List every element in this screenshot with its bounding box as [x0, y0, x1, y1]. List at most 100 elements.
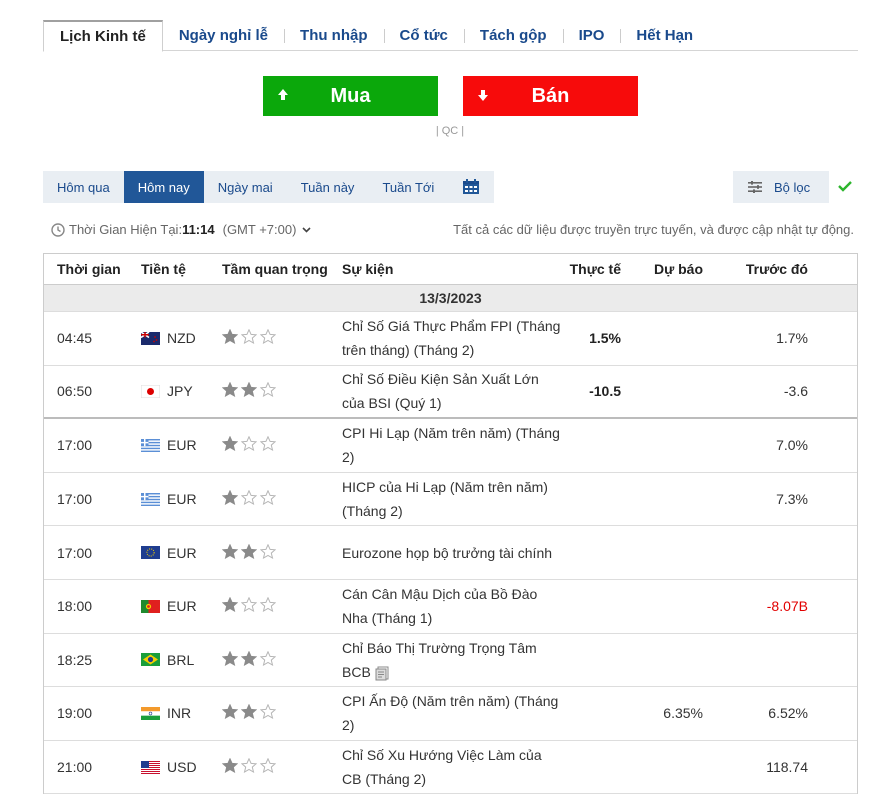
star-empty-icon: [240, 596, 258, 615]
event-time: 21:00: [57, 759, 93, 776]
star-filled-icon: [221, 650, 239, 669]
event-previous: 7.3%: [776, 491, 808, 508]
table-row[interactable]: 17:00 EUR HICP của Hi Lạp (Năm trên năm) (…: [44, 473, 857, 527]
header-importance: Tầm quan trọng: [222, 261, 328, 277]
star-empty-icon: [240, 328, 258, 347]
buy-button[interactable]: Mua: [263, 76, 438, 116]
star-empty-icon: [259, 381, 277, 400]
flag-eu-icon: [141, 546, 160, 560]
event-currency: EUR: [141, 598, 197, 614]
star-filled-icon: [221, 489, 239, 508]
star-filled-icon: [221, 704, 239, 722]
star-filled-icon: [240, 381, 258, 400]
tab-ipo[interactable]: IPO: [562, 20, 621, 51]
header-event: Sự kiện: [342, 261, 394, 277]
tab-earnings[interactable]: Thu nhập: [284, 20, 384, 51]
star-filled-icon: [221, 757, 239, 776]
event-time: 17:00: [57, 491, 93, 508]
event-name[interactable]: Cán Cân Mậu Dịch của Bồ Đào Nha (Tháng 1…: [342, 582, 562, 630]
flag-us-icon: [141, 760, 160, 774]
event-name[interactable]: Chỉ Số Điều Kiện Sản Xuất Lớn của BSI (Q…: [342, 367, 562, 415]
event-name[interactable]: HICP của Hi Lạp (Năm trên năm) (Tháng 2): [342, 475, 562, 523]
event-name[interactable]: Eurozone họp bộ trưởng tài chính: [342, 541, 562, 565]
table-row[interactable]: 18:25 BRL Chỉ Báo Thị Trường Trọng Tâm BCB: [44, 634, 857, 688]
star-empty-icon: [259, 436, 277, 454]
event-time: 18:25: [57, 651, 93, 668]
star-empty-icon: [259, 543, 277, 562]
event-name[interactable]: CPI Ấn Độ (Năm trên năm) (Tháng 2): [342, 689, 562, 737]
importance-stars: [221, 436, 277, 454]
tab-holidays[interactable]: Ngày nghỉ lễ: [163, 20, 284, 51]
tab-splits[interactable]: Tách gộp: [463, 20, 563, 51]
event-currency: BRL: [141, 652, 194, 668]
event-title[interactable]: Eurozone họp bộ trưởng tài chính: [342, 545, 552, 561]
importance-stars: [221, 757, 277, 776]
flag-pt-icon: [141, 599, 160, 613]
flag-nz-icon: [140, 331, 160, 345]
table-header: Thời gian Tiền tệ Tầm quan trọng Sự kiện…: [44, 254, 857, 285]
tab-this-week[interactable]: Tuần này: [287, 171, 369, 203]
currency-code: USD: [167, 759, 197, 776]
tab-tomorrow[interactable]: Ngày mai: [204, 171, 287, 203]
table-row[interactable]: 17:00 EUR CPI Hi Lạp (Năm trên năm) (Tháng…: [44, 419, 857, 473]
event-title[interactable]: HICP của Hi Lạp (Năm trên năm) (Tháng 2): [342, 479, 548, 519]
event-title[interactable]: Chỉ Báo Thị Trường Trọng Tâm BCB: [342, 640, 537, 680]
event-title[interactable]: Chỉ Số Giá Thực Phẩm FPI (Tháng trên thá…: [342, 318, 560, 358]
event-name[interactable]: Chỉ Số Xu Hướng Việc Làm của CB (Tháng 2…: [342, 743, 562, 791]
currency-code: JPY: [167, 383, 193, 400]
event-name[interactable]: Chỉ Báo Thị Trường Trọng Tâm BCB: [342, 636, 562, 684]
tab-next-week[interactable]: Tuần Tới: [368, 171, 448, 203]
event-name[interactable]: Chỉ Số Giá Thực Phẩm FPI (Tháng trên thá…: [342, 314, 562, 362]
currency-code: INR: [167, 705, 192, 722]
buy-label: Mua: [330, 84, 371, 107]
day-range-tabs: Hôm qua Hôm nay Ngày mai Tuần này Tuần T…: [43, 171, 495, 203]
event-currency: EUR: [141, 491, 197, 507]
tab-today[interactable]: Hôm nay: [123, 171, 204, 203]
event-title[interactable]: CPI Hi Lạp (Năm trên năm) (Tháng 2): [342, 425, 560, 465]
table-row[interactable]: 21:00 USD Chỉ Số Xu Hướng Việc Làm của CB …: [44, 741, 857, 795]
event-title[interactable]: CPI Ấn Độ (Năm trên năm) (Tháng 2): [342, 693, 558, 733]
tab-dividends[interactable]: Cổ tức: [383, 20, 464, 51]
star-filled-icon: [221, 436, 239, 454]
sell-button[interactable]: Bán: [463, 76, 638, 116]
event-currency: USD: [141, 759, 197, 775]
table-row[interactable]: 19:00 INR CPI Ấn Độ (Năm trên năm) (Tháng …: [44, 687, 857, 741]
tab-economic-calendar[interactable]: Lịch Kinh tế: [43, 20, 163, 52]
star-empty-icon: [240, 489, 258, 508]
arrow-up-icon: [278, 89, 288, 100]
star-empty-icon: [259, 704, 277, 722]
flag-in-icon: [141, 706, 160, 720]
table-row[interactable]: 04:45 NZD Chỉ Số Giá Thực Phẩm FPI (Tháng …: [44, 312, 857, 366]
event-previous: 7.0%: [776, 437, 808, 454]
timezone-selector[interactable]: (GMT +7:00): [223, 222, 297, 237]
star-filled-icon: [221, 596, 239, 615]
document-icon[interactable]: [375, 666, 390, 681]
checkmark-icon: [838, 181, 852, 192]
event-title[interactable]: Cán Cân Mậu Dịch của Bồ Đào Nha (Tháng 1…: [342, 586, 537, 626]
event-time: 18:00: [57, 598, 93, 615]
chevron-down-icon[interactable]: [302, 226, 311, 233]
event-previous: -8.07B: [766, 598, 808, 615]
star-empty-icon: [240, 757, 258, 776]
ad-label: | QC |: [435, 125, 465, 137]
tab-yesterday[interactable]: Hôm qua: [43, 171, 124, 203]
calendar-icon[interactable]: [448, 171, 494, 203]
event-title[interactable]: Chỉ Số Điều Kiện Sản Xuất Lớn của BSI (Q…: [342, 371, 539, 411]
event-name[interactable]: CPI Hi Lạp (Năm trên năm) (Tháng 2): [342, 421, 562, 469]
current-time-value: 11:14: [182, 222, 215, 237]
sell-label: Bán: [531, 84, 570, 107]
table-row[interactable]: 17:00 EUR Eurozone họp bộ trưởng tài chính: [44, 526, 857, 580]
star-filled-icon: [240, 543, 258, 562]
date-label: 13/3/2023: [419, 290, 482, 306]
tab-expiration[interactable]: Hết Hạn: [620, 20, 709, 51]
header-forecast: Dự báo: [653, 261, 703, 277]
event-previous: 118.74: [766, 759, 808, 776]
filter-button[interactable]: Bộ lọc: [733, 171, 829, 203]
table-row[interactable]: 06:50 JPY Chỉ Số Điều Kiện Sản Xuất Lớn củ…: [44, 366, 857, 420]
event-currency: NZD: [140, 330, 196, 346]
table-row[interactable]: 18:00 EUR Cán Cân Mậu Dịch của Bồ Đào Nha …: [44, 580, 857, 634]
event-currency: JPY: [140, 383, 193, 400]
date-divider: 13/3/2023: [44, 285, 857, 312]
event-title[interactable]: Chỉ Số Xu Hướng Việc Làm của CB (Tháng 2…: [342, 747, 542, 787]
star-empty-icon: [259, 596, 277, 615]
